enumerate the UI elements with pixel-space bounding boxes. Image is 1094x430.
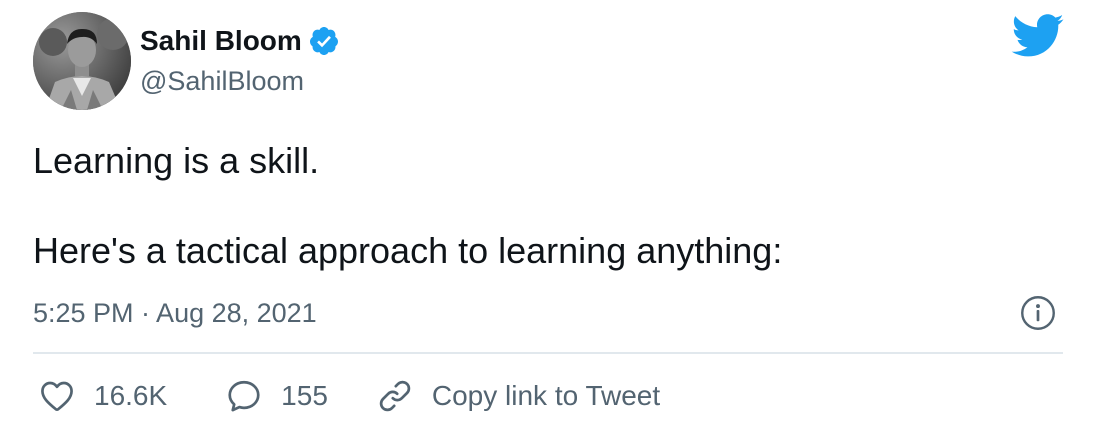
tweet-paragraph: Learning is a skill. (33, 140, 320, 181)
verified-badge-icon (309, 27, 338, 55)
reply-button[interactable]: 155 (225, 377, 328, 415)
tweet-embed-card: Sahil Bloom @SahilBloom Learning is a sk… (0, 0, 1094, 430)
divider (33, 352, 1063, 354)
link-icon (379, 380, 411, 412)
author-name[interactable]: Sahil Bloom (140, 24, 340, 58)
heart-icon (41, 381, 73, 411)
twitter-bird-icon[interactable] (1011, 14, 1065, 58)
tweet-timestamp[interactable]: 5:25 PM · Aug 28, 2021 (33, 296, 317, 330)
like-button[interactable]: 16.6K (38, 377, 167, 415)
reply-bubble-icon (228, 380, 260, 412)
copy-link-button[interactable]: Copy link to Tweet (376, 377, 660, 415)
like-count: 16.6K (94, 380, 168, 411)
author-handle[interactable]: @SahilBloom (140, 64, 304, 98)
tweet-paragraph: Here's a tactical approach to learning a… (33, 230, 783, 271)
copy-link-label: Copy link to Tweet (431, 380, 661, 411)
avatar-photo (33, 12, 131, 110)
author-avatar[interactable] (33, 12, 131, 110)
reply-count: 155 (281, 380, 328, 411)
tweet-text: Learning is a skill. Here's a tactical a… (33, 138, 1053, 273)
tweet-actions: 16.6K 155 Copy link to Tweet (38, 376, 660, 416)
author-name-text[interactable]: Sahil Bloom (140, 24, 302, 58)
info-icon[interactable] (1020, 295, 1056, 331)
